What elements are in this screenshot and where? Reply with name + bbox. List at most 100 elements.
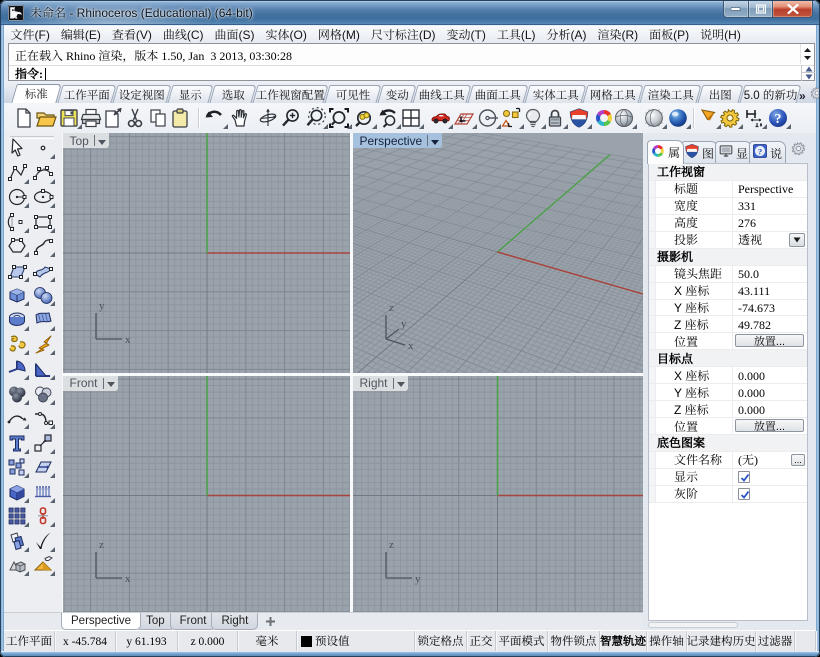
polyline-icon[interactable] — [6, 162, 28, 184]
options-gear-icon[interactable] — [719, 107, 741, 129]
menu-item-surface[interactable]: 曲面(S) — [209, 25, 260, 45]
ribbon-tab-new-in-v5[interactable]: 5.0 的新功 — [739, 85, 801, 103]
panel-gear-icon[interactable] — [791, 141, 806, 160]
ribbon-overflow-chevron[interactable]: » — [799, 87, 806, 104]
viewport-tab-Front[interactable]: Front — [170, 613, 217, 630]
twist-gear-icon[interactable] — [6, 333, 28, 355]
panel-value[interactable]: (无) — [738, 451, 758, 468]
viewport-tab-Top[interactable]: Top — [136, 613, 175, 630]
status-filter[interactable]: 过滤器 — [756, 631, 795, 651]
cplane-icon[interactable] — [453, 107, 475, 129]
command-spinner[interactable] — [801, 65, 814, 81]
menu-item-tools[interactable]: 工具(L) — [491, 25, 541, 45]
ghosted-sphere-icon[interactable] — [643, 107, 665, 129]
print-icon[interactable] — [80, 107, 102, 129]
primitives-icon[interactable] — [6, 554, 28, 576]
panel-tab-properties[interactable]: 属 — [647, 140, 684, 164]
spin-down-icon[interactable] — [802, 73, 815, 81]
new-file-icon[interactable] — [13, 107, 35, 129]
solid-cube-icon[interactable] — [6, 481, 28, 503]
ribbon-tab-transform[interactable]: 变动 — [377, 85, 416, 103]
curved-surface-icon[interactable] — [32, 309, 54, 331]
panel-value[interactable]: 43.111 — [738, 282, 770, 299]
panel-value[interactable]: 0.000 — [738, 401, 765, 418]
ellipse-icon[interactable] — [32, 186, 54, 208]
render-shield-icon[interactable] — [568, 107, 590, 129]
text-icon[interactable] — [6, 432, 28, 454]
save-icon[interactable] — [58, 107, 80, 129]
menu-item-transform[interactable]: 变动(T) — [441, 25, 491, 45]
move-blocks-icon[interactable] — [6, 456, 28, 478]
browse-button[interactable]: ... — [791, 454, 805, 466]
ribbon-tab-viewport-layout[interactable]: 工作视窗配置 — [252, 85, 328, 103]
stop-icon[interactable] — [697, 107, 719, 129]
dimension-icon[interactable] — [743, 107, 765, 129]
status-grid-snap[interactable]: 锁定格点 — [415, 631, 467, 651]
scale-icon[interactable] — [32, 432, 54, 454]
viewport-label-top[interactable]: Top — [63, 133, 109, 148]
viewport-dropdown-icon[interactable] — [98, 139, 106, 145]
panel-tab-display[interactable]: 显 — [715, 141, 752, 164]
menu-item-view[interactable]: 查看(V) — [106, 25, 157, 45]
extend-curve-icon[interactable] — [6, 407, 28, 429]
surface-patch-icon[interactable] — [32, 260, 54, 282]
torus-icon[interactable] — [6, 309, 28, 331]
zoom-dynamic-icon[interactable] — [304, 107, 326, 129]
menu-item-panels[interactable]: 面板(P) — [644, 25, 695, 45]
shaded-sphere-icon[interactable] — [613, 107, 635, 129]
viewport-perspective[interactable]: Perspectivezyx — [353, 133, 644, 373]
ribbon-tab-cplanes[interactable]: 工作平面 — [57, 85, 116, 103]
circle-tool-icon[interactable] — [477, 107, 499, 129]
open-file-icon[interactable] — [35, 107, 57, 129]
add-viewport-icon[interactable] — [265, 614, 276, 631]
curve-cv-icon[interactable] — [32, 162, 54, 184]
rotate-view-icon[interactable] — [257, 107, 279, 129]
status-gumball[interactable]: 操作轴 — [647, 631, 687, 651]
spheres-icon[interactable] — [32, 284, 54, 306]
panel-tab-layers[interactable]: 图 — [681, 141, 718, 164]
ribbon-gear-icon[interactable] — [810, 86, 820, 104]
zoom-selected-icon[interactable] — [353, 107, 375, 129]
panel-value[interactable]: -74.673 — [738, 299, 775, 316]
ribbon-tab-render-tools[interactable]: 渲染工具 — [639, 85, 701, 103]
viewport-label-perspective[interactable]: Perspective — [353, 133, 443, 148]
group-pages-icon[interactable] — [6, 530, 28, 552]
ribbon-tab-visibility[interactable]: 可见性 — [324, 85, 381, 103]
zoom-in-icon[interactable] — [280, 107, 302, 129]
place-button[interactable]: 放置... — [735, 419, 804, 432]
menu-item-solid[interactable]: 实体(O) — [260, 25, 312, 45]
menu-item-dimension[interactable]: 尺寸标注(D) — [365, 25, 441, 45]
color-wheel-icon[interactable] — [593, 107, 615, 129]
panel-value[interactable]: Perspective — [738, 180, 793, 197]
arc-icon[interactable] — [6, 211, 28, 233]
titlebar[interactable]: 未命名 - Rhinoceros (Educational) (64-bit) — [0, 0, 820, 25]
ribbon-tab-curve-tools[interactable]: 曲线工具 — [412, 85, 471, 103]
status-smarttrack[interactable]: 智慧轨迹 — [600, 631, 647, 651]
paste-icon[interactable] — [169, 107, 191, 129]
close-button[interactable] — [773, 0, 813, 18]
help-icon[interactable]: ? — [767, 107, 789, 129]
checkbox-show[interactable] — [738, 471, 750, 483]
ribbon-tab-standard[interactable]: 标准 — [11, 84, 61, 103]
menu-item-help[interactable]: 说明(H) — [695, 25, 747, 45]
cut-icon[interactable] — [124, 107, 146, 129]
fillet-icon[interactable] — [6, 358, 28, 380]
undo-view-icon[interactable] — [377, 107, 399, 129]
viewport-tab-Right[interactable]: Right — [211, 613, 258, 630]
box-icon[interactable] — [6, 284, 28, 306]
menu-item-render[interactable]: 渲染(R) — [592, 25, 644, 45]
boolean-union-icon[interactable] — [6, 383, 28, 405]
menu-item-curve[interactable]: 曲线(C) — [157, 25, 209, 45]
command-history[interactable]: 正在载入 Rhino 渲染，版本 1.50, Jan 3 2013, 03:30… — [9, 44, 801, 64]
explode-icon[interactable] — [32, 333, 54, 355]
ribbon-tab-solid-tools[interactable]: 实体工具 — [524, 85, 586, 103]
copy-icon[interactable] — [147, 107, 169, 129]
place-button[interactable]: 放置... — [735, 334, 804, 347]
export-icon[interactable] — [102, 107, 124, 129]
panel-value[interactable]: 276 — [738, 214, 756, 231]
array-grid-icon[interactable] — [6, 505, 28, 527]
viewport-label-right[interactable]: Right — [353, 376, 408, 391]
lock-icon[interactable] — [544, 107, 566, 129]
panel-value[interactable]: 50.0 — [738, 265, 759, 282]
checkbox-grayscale[interactable] — [738, 488, 750, 500]
